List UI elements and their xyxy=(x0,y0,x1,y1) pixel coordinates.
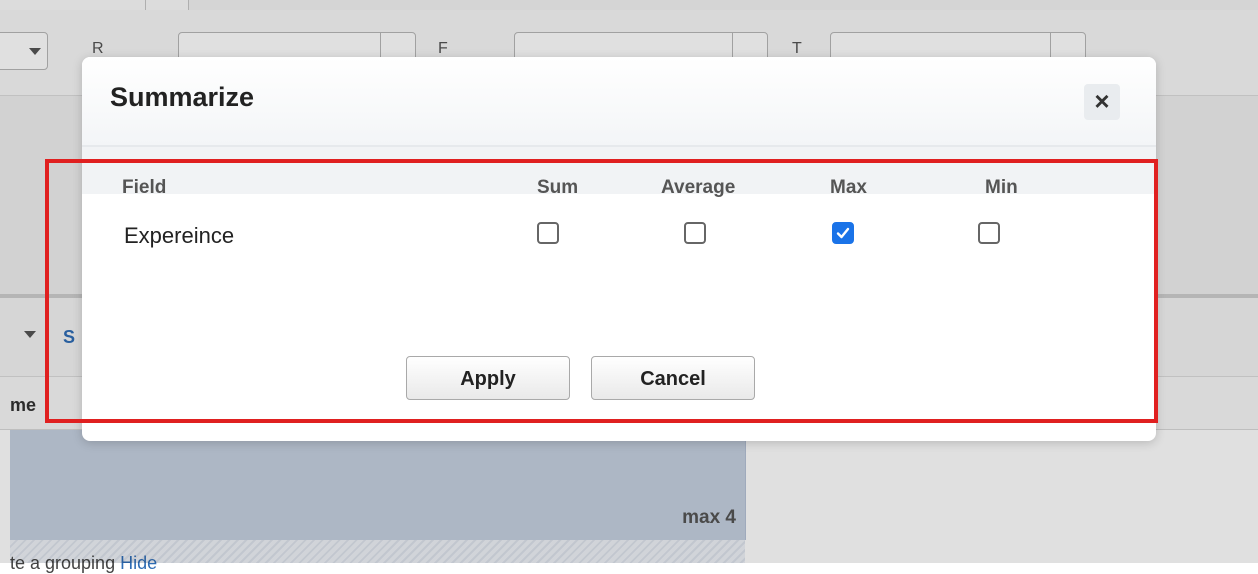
max-checkbox[interactable] xyxy=(832,222,854,244)
dialog-title: Summarize xyxy=(110,82,255,112)
cancel-button[interactable]: Cancel xyxy=(591,356,755,400)
apply-button[interactable]: Apply xyxy=(406,356,570,400)
column-header-field: Field xyxy=(122,177,167,198)
dialog-header: Summarize × xyxy=(82,57,1156,147)
checkmark-icon xyxy=(836,227,850,239)
column-header-sum: Sum xyxy=(537,177,579,198)
field-name: Expereince xyxy=(124,223,235,248)
close-button[interactable]: × xyxy=(1084,84,1120,120)
min-checkbox[interactable] xyxy=(978,222,1000,244)
column-header-min: Min xyxy=(985,177,1018,198)
average-checkbox[interactable] xyxy=(684,222,706,244)
column-header-average: Average xyxy=(661,177,736,198)
column-header-max: Max xyxy=(830,177,867,198)
sum-checkbox[interactable] xyxy=(537,222,559,244)
